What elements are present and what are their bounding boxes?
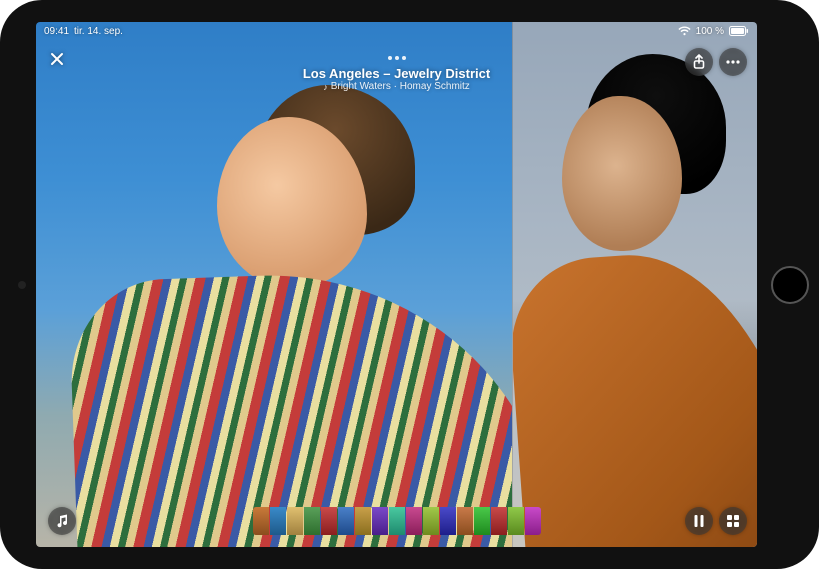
thumbnail[interactable] bbox=[270, 507, 286, 535]
close-button[interactable] bbox=[48, 50, 66, 68]
music-note-icon: ♪ bbox=[323, 82, 328, 92]
ipad-device-frame: 09:41 tir. 14. sep. 100 % bbox=[0, 0, 819, 569]
more-button[interactable] bbox=[719, 48, 747, 76]
thumbnail[interactable] bbox=[491, 507, 507, 535]
thumbnail[interactable] bbox=[372, 507, 388, 535]
memory-photo-left[interactable] bbox=[36, 22, 512, 547]
ellipsis-icon[interactable] bbox=[247, 48, 547, 64]
status-bar: 09:41 tir. 14. sep. 100 % bbox=[36, 22, 757, 40]
photo-figure bbox=[512, 243, 757, 547]
memory-subtitle: ♪ Bright Waters · Homay Schmitz bbox=[247, 81, 547, 92]
thumbnail[interactable] bbox=[389, 507, 405, 535]
thumbnail[interactable] bbox=[525, 507, 541, 535]
status-right: 100 % bbox=[678, 26, 749, 37]
thumbnail[interactable] bbox=[406, 507, 422, 535]
thumbnail-strip[interactable] bbox=[253, 507, 541, 535]
thumbnail[interactable] bbox=[440, 507, 456, 535]
thumbnail[interactable] bbox=[321, 507, 337, 535]
home-button[interactable] bbox=[771, 266, 809, 304]
status-left: 09:41 tir. 14. sep. bbox=[44, 26, 123, 37]
thumbnail[interactable] bbox=[287, 507, 303, 535]
thumbnail[interactable] bbox=[355, 507, 371, 535]
thumbnail[interactable] bbox=[508, 507, 524, 535]
music-button[interactable] bbox=[48, 507, 76, 535]
photo-figure bbox=[68, 266, 512, 547]
front-camera bbox=[18, 281, 26, 289]
status-date: tir. 14. sep. bbox=[74, 26, 123, 37]
thumbnail[interactable] bbox=[423, 507, 439, 535]
thumbnail[interactable] bbox=[474, 507, 490, 535]
thumbnail[interactable] bbox=[304, 507, 320, 535]
photos-memory-view bbox=[36, 22, 757, 547]
status-battery-pct: 100 % bbox=[696, 26, 724, 37]
pause-button[interactable] bbox=[685, 507, 713, 535]
memory-title-block[interactable]: Los Angeles – Jewelry District ♪ Bright … bbox=[247, 48, 547, 92]
battery-icon bbox=[729, 26, 749, 36]
memory-title: Los Angeles – Jewelry District bbox=[247, 66, 547, 81]
thumbnail[interactable] bbox=[457, 507, 473, 535]
memory-photo-right[interactable] bbox=[512, 22, 757, 547]
share-button[interactable] bbox=[685, 48, 713, 76]
photo-figure bbox=[562, 96, 682, 251]
wifi-icon bbox=[678, 26, 691, 36]
thumbnail[interactable] bbox=[253, 507, 269, 535]
thumbnail[interactable] bbox=[338, 507, 354, 535]
grid-button[interactable] bbox=[719, 507, 747, 535]
memory-music-label: Bright Waters · Homay Schmitz bbox=[331, 81, 470, 92]
status-time: 09:41 bbox=[44, 26, 69, 37]
screen: 09:41 tir. 14. sep. 100 % bbox=[36, 22, 757, 547]
